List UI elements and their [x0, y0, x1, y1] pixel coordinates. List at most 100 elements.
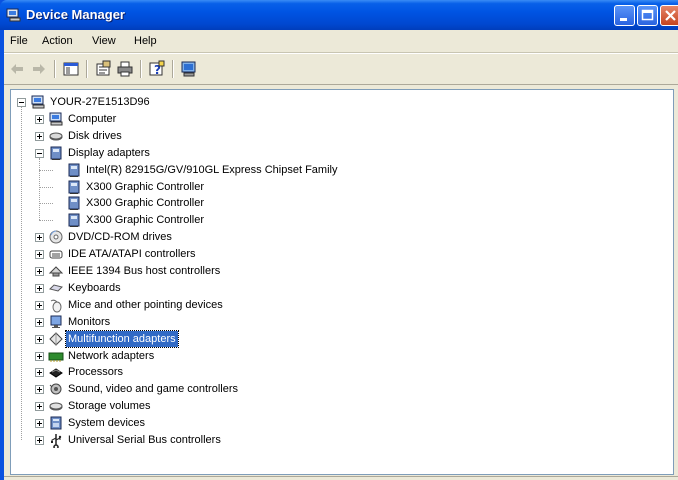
title-bar[interactable]: Device Manager — [0, 0, 678, 30]
tree-item-label: IDE ATA/ATAPI controllers — [68, 248, 196, 261]
display-adapter-icon — [68, 180, 80, 194]
collapse-minus-icon[interactable] — [35, 148, 44, 158]
tree-item-label: Monitors — [68, 315, 111, 328]
minimize-icon — [620, 18, 627, 21]
tree-connector-line — [39, 220, 53, 222]
expand-plus-icon[interactable] — [35, 402, 44, 412]
display-adapter-icon — [68, 163, 80, 177]
keyboard-icon — [49, 284, 63, 292]
tree-item-label: System devices — [68, 417, 146, 430]
tree-item-label: Sound, video and game controllers — [68, 383, 238, 396]
toolbar-separator — [86, 60, 88, 78]
maximize-button[interactable] — [637, 5, 658, 26]
tree-item-label: Keyboards — [68, 281, 121, 294]
toolbar-separator — [140, 60, 142, 78]
tree-item-label: X300 Graphic Controller — [86, 214, 205, 227]
tree-item-label: IEEE 1394 Bus host controllers — [68, 265, 221, 277]
system-devices-icon — [50, 416, 62, 430]
menu-help[interactable]: Help — [134, 34, 157, 48]
device-manager-window: Device Manager File Action View Help ? Y… — [0, 0, 678, 480]
tree-category-ieee-1394-bus-host-controllers[interactable]: IEEE 1394 Bus host controllers — [11, 263, 661, 279]
tree-category-computer[interactable]: Computer — [11, 111, 661, 127]
tree-category-system-devices[interactable]: System devices — [11, 415, 661, 431]
close-icon — [665, 10, 676, 21]
show-hide-console-tree-icon[interactable] — [62, 60, 80, 78]
status-bar — [4, 476, 678, 480]
processor-icon — [49, 368, 63, 378]
sound-icon — [49, 383, 62, 395]
tree-category-ide-ata-atapi-controllers[interactable]: IDE ATA/ATAPI controllers — [11, 246, 661, 262]
print-icon[interactable] — [116, 60, 134, 78]
expand-plus-icon[interactable] — [35, 131, 44, 141]
device-tree[interactable]: YOUR-27E1513D96 Computer Disk drives Displa… — [10, 89, 674, 475]
tree-device-item[interactable]: Intel(R) 82915G/GV/910GL Express Chipset… — [11, 162, 661, 178]
help-icon[interactable]: ? — [148, 60, 166, 78]
expand-plus-icon[interactable] — [35, 114, 44, 124]
tree-item-label: Intel(R) 82915G/GV/910GL Express Chipset… — [86, 163, 338, 176]
expand-plus-icon[interactable] — [35, 334, 44, 344]
tree-root-computer[interactable]: YOUR-27E1513D96 — [11, 94, 661, 110]
menu-view-label: View — [92, 35, 116, 47]
tree-category-sound-video-and-game-controllers[interactable]: Sound, video and game controllers — [11, 381, 661, 397]
tree-category-monitors[interactable]: Monitors — [11, 314, 661, 330]
expand-plus-icon[interactable] — [35, 267, 44, 276]
tree-category-universal-serial-bus-controllers[interactable]: Universal Serial Bus controllers — [11, 432, 661, 448]
expand-plus-icon[interactable] — [35, 233, 44, 243]
close-button[interactable] — [660, 5, 678, 26]
expand-plus-icon[interactable] — [35, 385, 44, 395]
tree-category-storage-volumes[interactable]: Storage volumes — [11, 398, 661, 414]
forward-arrow-icon[interactable] — [30, 60, 48, 78]
display-adapter-icon — [50, 146, 62, 160]
expand-plus-icon[interactable] — [35, 419, 44, 429]
scan-hardware-icon[interactable] — [180, 60, 198, 78]
tree-category-network-adapters[interactable]: Network adapters — [11, 348, 661, 364]
maximize-icon — [641, 9, 654, 21]
expand-plus-icon[interactable] — [35, 436, 44, 445]
back-arrow-icon[interactable] — [8, 60, 26, 78]
tree-category-multifunction-adapters[interactable]: Multifunction adapters — [11, 329, 661, 348]
network-adapter-icon — [48, 352, 64, 362]
tree-device-item[interactable]: X300 Graphic Controller — [11, 212, 661, 228]
tree-category-mice-and-other-pointing-devices[interactable]: Mice and other pointing devices — [11, 297, 661, 313]
collapse-minus-icon[interactable] — [17, 98, 26, 107]
minimize-button[interactable] — [614, 5, 635, 26]
tree-item-label: X300 Graphic Controller — [86, 197, 205, 210]
tree-connector-line — [39, 186, 53, 188]
tree-category-disk-drives[interactable]: Disk drives — [11, 128, 661, 144]
display-adapter-icon — [68, 196, 80, 211]
tree-connector-line — [39, 203, 53, 205]
tree-item-label: Computer — [68, 112, 117, 125]
tree-item-label: Multifunction adapters — [65, 329, 179, 348]
menu-action[interactable]: Action — [42, 34, 73, 48]
expand-plus-icon[interactable] — [35, 351, 44, 361]
tree-device-item[interactable]: X300 Graphic Controller — [11, 179, 661, 195]
expand-plus-icon[interactable] — [35, 300, 44, 310]
menu-view[interactable]: View — [92, 34, 116, 48]
tree-item-label: Network adapters — [68, 349, 155, 362]
ide-controller-icon — [49, 250, 63, 259]
properties-icon[interactable] — [94, 60, 112, 78]
usb-icon — [51, 434, 62, 448]
storage-volume-icon — [49, 402, 63, 411]
tree-category-keyboards[interactable]: Keyboards — [11, 280, 661, 296]
tree-category-display-adapters[interactable]: Display adapters — [11, 145, 661, 161]
firewire-icon — [48, 266, 64, 277]
cdrom-icon — [49, 230, 63, 244]
toolbar: ? — [4, 53, 678, 85]
toolbar-separator — [172, 60, 174, 78]
tree-device-item[interactable]: X300 Graphic Controller — [11, 195, 661, 211]
window-client-area: File Action View Help ? YOUR-27E1513D96 C… — [4, 30, 678, 480]
expand-plus-icon[interactable] — [35, 283, 44, 293]
menu-file[interactable]: File — [10, 34, 28, 48]
tree-category-dvd-cd-rom-drives[interactable]: DVD/CD-ROM drives — [11, 229, 661, 245]
tree-item-label: X300 Graphic Controller — [86, 180, 205, 193]
tree-connector-line — [39, 169, 53, 171]
tree-connector-line — [21, 107, 22, 440]
tree-category-processors[interactable]: Processors — [11, 364, 661, 380]
tree-item-label: Processors — [68, 366, 124, 379]
expand-plus-icon[interactable] — [35, 368, 44, 378]
expand-plus-icon[interactable] — [35, 317, 44, 327]
expand-plus-icon[interactable] — [35, 250, 44, 260]
tree-connector-line — [39, 157, 40, 221]
tree-item-label: Mice and other pointing devices — [68, 298, 223, 311]
